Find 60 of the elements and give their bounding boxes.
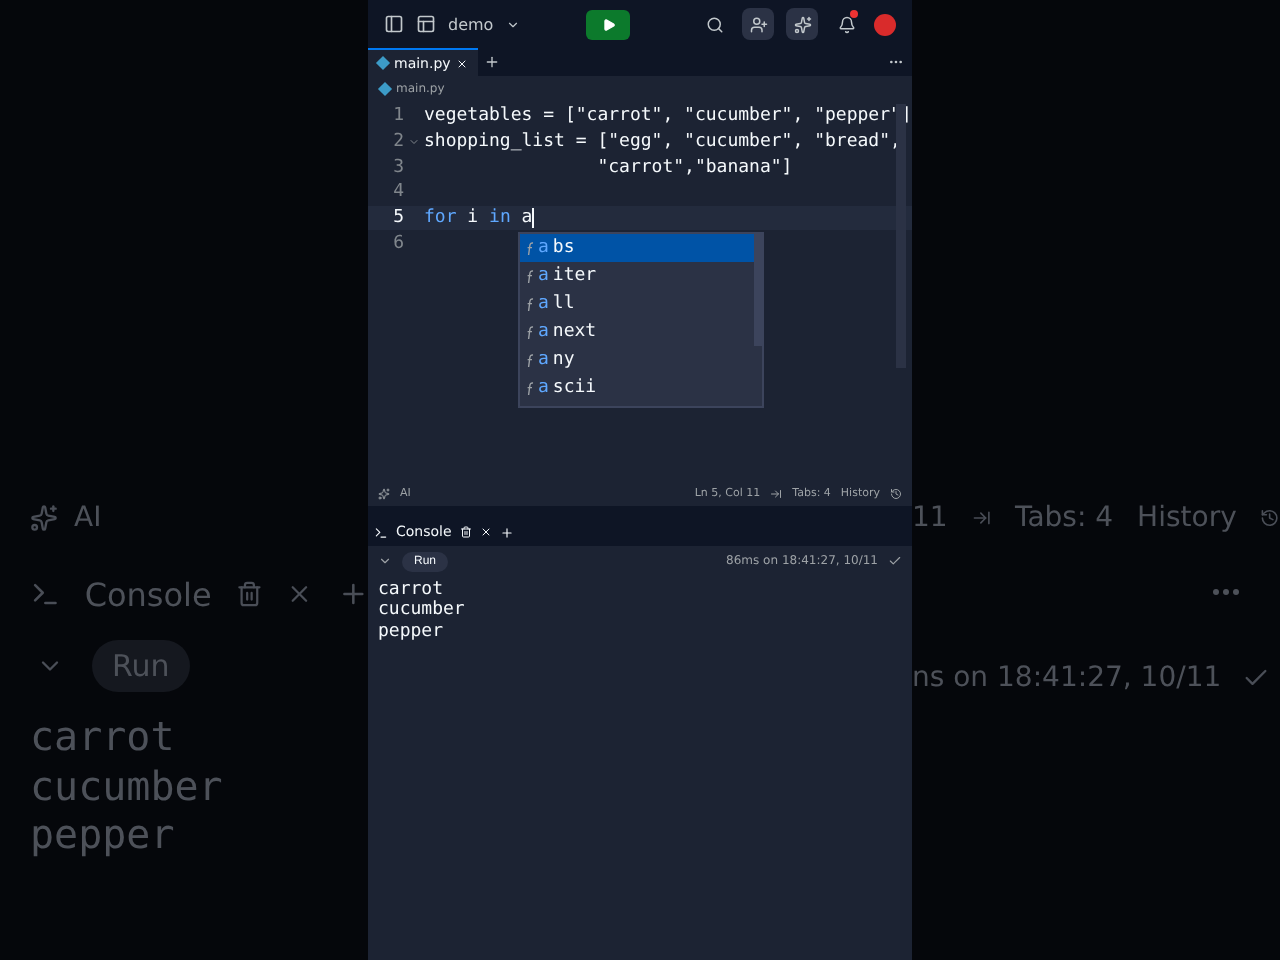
tab-size: Tabs: 4: [1014, 502, 1114, 534]
terminal-icon: [374, 525, 388, 539]
layout-icon: [416, 14, 436, 34]
function-icon: [526, 325, 534, 339]
run-timing: ns on 18:41:27, 10/11: [912, 662, 1222, 694]
run-label: Run: [92, 640, 190, 692]
suggestion-item[interactable]: a iter: [520, 262, 762, 290]
code-text: vegetables = ["carrot", "cucumber", "pepper"]: [424, 106, 912, 127]
indent-icon: [770, 488, 783, 500]
cursor-position: 11: [912, 502, 948, 534]
code-text: "carrot","banana"]: [595, 157, 793, 178]
line-number: 6: [391, 233, 404, 254]
play-icon: [601, 17, 616, 31]
trash-icon: [235, 580, 263, 608]
check-icon: [888, 554, 902, 568]
output-line: cucumber: [378, 600, 467, 622]
chevron-down-icon[interactable]: [378, 554, 392, 568]
ai-icon: [30, 504, 58, 532]
project-name[interactable]: demo: [448, 15, 494, 33]
output-line: carrot: [378, 580, 446, 600]
suggestion-item[interactable]: a scii: [520, 374, 762, 402]
function-icon: [526, 297, 534, 311]
invite-icon[interactable]: [742, 8, 774, 40]
chevron-down-icon: [505, 17, 520, 31]
code-text: for i in a: [424, 208, 533, 229]
ai-icon: [378, 488, 390, 500]
output-line: carrot: [30, 712, 177, 761]
more-icon: [1212, 588, 1240, 596]
function-icon: [526, 381, 534, 395]
run-button[interactable]: [586, 9, 631, 39]
history-icon: [890, 488, 902, 500]
sidebar-toggle-icon[interactable]: [384, 14, 404, 34]
function-icon: [526, 353, 534, 367]
history-icon: [1260, 504, 1280, 532]
output-line: cucumber: [30, 761, 225, 810]
line-number: 3: [391, 157, 404, 178]
function-icon: [526, 269, 534, 283]
trash-icon[interactable]: [459, 526, 472, 538]
suggestion-item[interactable]: a ny: [520, 346, 762, 374]
plus-icon: [337, 578, 368, 610]
history-label: History: [1137, 502, 1237, 534]
text-cursor: [532, 208, 535, 229]
add-tab-icon[interactable]: [499, 525, 514, 539]
line-number: 1: [391, 106, 404, 127]
close-icon[interactable]: [456, 57, 469, 69]
line-number: 4: [391, 182, 404, 203]
ai-label: AI: [74, 502, 102, 534]
avatar[interactable]: [874, 13, 896, 35]
add-tab-icon[interactable]: [484, 54, 501, 70]
close-icon[interactable]: [479, 526, 492, 538]
line-number: 2: [391, 132, 404, 153]
line-number: 5: [391, 208, 404, 229]
output-line: pepper: [30, 810, 177, 859]
terminal-icon: [30, 578, 61, 610]
code-text: shopping_list = ["egg", "cucumber", "bread",: [424, 132, 901, 153]
output-line: pepper: [378, 621, 446, 643]
console-tab-label: Console: [84, 575, 212, 613]
suggestion-item[interactable]: a next: [520, 318, 762, 346]
suggestion-item[interactable]: a ll: [520, 290, 762, 318]
function-icon: [526, 241, 534, 255]
